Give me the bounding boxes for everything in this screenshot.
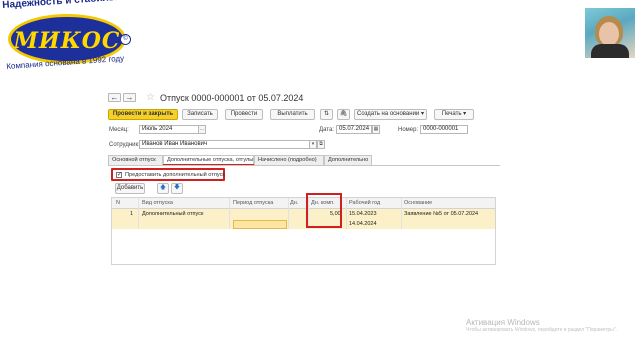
toolbar: Провести и закрыть Записать Провести Вып… [108, 109, 500, 121]
days-comp-highlight [306, 193, 342, 228]
month-picker-icon[interactable]: … [198, 125, 206, 134]
grid-divider [346, 198, 347, 229]
logo-slogan: Надежность и стабильность [2, 0, 144, 11]
employee-field[interactable]: Иванов Иван Иванович [139, 140, 310, 149]
employee-label: Сотрудник: [109, 142, 140, 148]
tab-additional[interactable]: Дополнительно [324, 155, 372, 165]
post-and-close-button[interactable]: Провести и закрыть [108, 109, 178, 120]
windows-activation-hint: Чтобы активировать Windows, перейдите в … [466, 327, 618, 333]
row-work-year-start[interactable]: 15.04.2023 [349, 211, 377, 217]
favorite-star-icon[interactable]: ☆ [146, 92, 155, 103]
vacation-document-form: ← → ☆ Отпуск 0000-000001 от 05.07.2024 П… [108, 92, 500, 267]
employee-open-icon[interactable]: ⧉ [317, 140, 325, 149]
table-row-continuation[interactable]: 14.04.2024 [112, 219, 495, 229]
row-basis[interactable]: Заявление №5 от 05.07.2024 [404, 211, 478, 217]
month-field[interactable]: Июль 2024 [139, 125, 199, 134]
date-field[interactable]: 05.07.2024 [336, 125, 372, 134]
post-button[interactable]: Провести [225, 109, 263, 120]
number-field[interactable]: 0000-000001 [420, 125, 468, 134]
attach-icon[interactable]: 🖇 [337, 109, 350, 120]
grid-divider [401, 198, 402, 229]
grid-divider [138, 198, 139, 229]
calendar-icon[interactable]: ▦ [372, 125, 380, 134]
copyright-icon: © [120, 34, 131, 45]
presenter-face [599, 22, 619, 46]
create-based-on-button[interactable]: Создать на основании ▾ [354, 109, 427, 120]
logo-name: МИКОС [13, 28, 121, 54]
row-number: 1 [130, 211, 134, 217]
vacation-period-cell[interactable] [233, 220, 287, 229]
back-button[interactable]: ← [108, 93, 121, 102]
col-vacation-kind[interactable]: Вид отпуска [142, 200, 173, 206]
employee-select-icon[interactable]: ▾ [309, 140, 317, 149]
additional-vacations-table: N Вид отпуска Период отпуска Дн. Дн. ком… [111, 197, 496, 265]
print-button[interactable]: Печать ▾ [434, 109, 474, 120]
provide-additional-vacation-checkbox[interactable]: ✓ [116, 172, 122, 178]
col-vacation-period[interactable]: Период отпуска [233, 200, 273, 206]
month-label: Месяц: [109, 127, 129, 133]
presenter-body [591, 44, 629, 58]
col-work-year[interactable]: Рабочий год [349, 200, 380, 206]
title-bar: ← → ☆ Отпуск 0000-000001 от 05.07.2024 [108, 92, 500, 104]
table-header: N Вид отпуска Период отпуска Дн. Дн. ком… [112, 198, 495, 209]
grid-divider [229, 198, 230, 229]
forward-button[interactable]: → [123, 93, 136, 102]
row-work-year-end[interactable]: 14.04.2024 [349, 221, 377, 227]
col-n[interactable]: N [116, 200, 120, 206]
company-logo: Надежность и стабильность МИКОС © Компан… [0, 0, 144, 80]
tab-accrued-detailed[interactable]: Начислено (подробно) [254, 155, 324, 165]
row-vacation-kind[interactable]: Дополнительный отпуск [142, 211, 203, 217]
col-basis[interactable]: Основание [404, 200, 432, 206]
structure-icon[interactable]: ⇅ [320, 109, 333, 120]
grid-divider [288, 198, 289, 229]
number-label: Номер: [398, 127, 419, 133]
col-days[interactable]: Дн. [290, 200, 298, 206]
tab-main-vacation[interactable]: Основной отпуск [108, 155, 163, 165]
save-button[interactable]: Записать [182, 109, 218, 120]
windows-activation-title: Активация Windows [466, 318, 540, 327]
move-down-icon[interactable]: 🡇 [171, 183, 183, 194]
provide-additional-vacation-label: Предоставить дополнительный отпуск [125, 172, 225, 178]
pay-button[interactable]: Выплатить [270, 109, 315, 120]
add-button[interactable]: Добавить [115, 183, 145, 194]
webcam-overlay [585, 8, 635, 58]
document-title: Отпуск 0000-000001 от 05.07.2024 [160, 93, 304, 103]
additional-vacation-highlight: ✓ Предоставить дополнительный отпуск [111, 168, 225, 181]
table-row[interactable]: 1 Дополнительный отпуск 5,00 15.04.2023 … [112, 209, 495, 219]
active-tab-underline [163, 164, 254, 165]
date-label: Дата: [319, 127, 334, 133]
move-up-icon[interactable]: 🡅 [157, 183, 169, 194]
